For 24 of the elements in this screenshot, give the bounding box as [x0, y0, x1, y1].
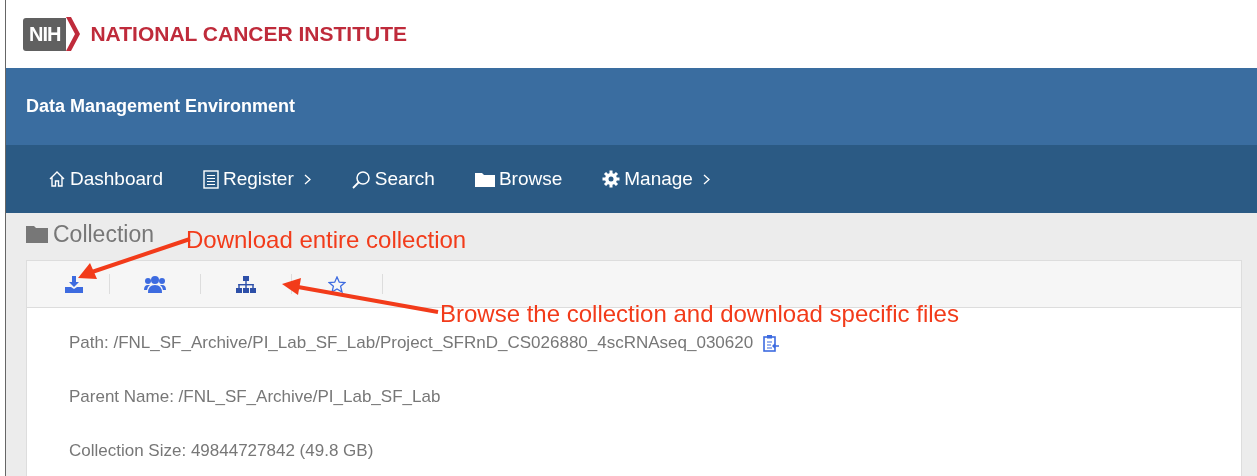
app-title: Data Management Environment — [26, 96, 296, 117]
nav-link[interactable]: Browse — [474, 168, 563, 190]
users-icon[interactable] — [144, 275, 166, 293]
detail-text: Path: /FNL_SF_Archive/PI_Lab_SF_Lab/Project_SFRnD_CS026880_4scRNAseq_030620 — [69, 333, 754, 353]
nav-link[interactable]: Dashboard — [48, 168, 163, 190]
nav-link[interactable]: Search — [350, 168, 435, 190]
annotation-text: Download entire collection — [186, 226, 467, 254]
nav-link[interactable]: Register — [202, 168, 311, 190]
institute-name: NATIONAL CANCER INSTITUTE — [90, 22, 407, 46]
search-icon — [350, 169, 371, 189]
hierarchy-icon[interactable] — [236, 275, 256, 293]
detail-text: Parent Name: /FNL_SF_Archive/PI_Lab_SF_Lab — [69, 387, 441, 407]
document-icon — [202, 169, 219, 189]
folder-icon — [474, 171, 495, 187]
annotation-text: Browse the collection and download specific files — [440, 300, 959, 328]
folder-icon — [26, 225, 48, 243]
detail-text: Collection Size: 49844727842 (49.8 GB) — [69, 441, 374, 461]
settings-icon — [602, 170, 621, 188]
star-icon[interactable] — [328, 275, 346, 293]
home-icon — [48, 170, 66, 188]
clipboard-icon[interactable] — [763, 334, 780, 352]
page-title: Collection — [53, 220, 154, 248]
nav-link[interactable]: Manage — [602, 168, 710, 190]
download-icon[interactable] — [65, 275, 83, 293]
